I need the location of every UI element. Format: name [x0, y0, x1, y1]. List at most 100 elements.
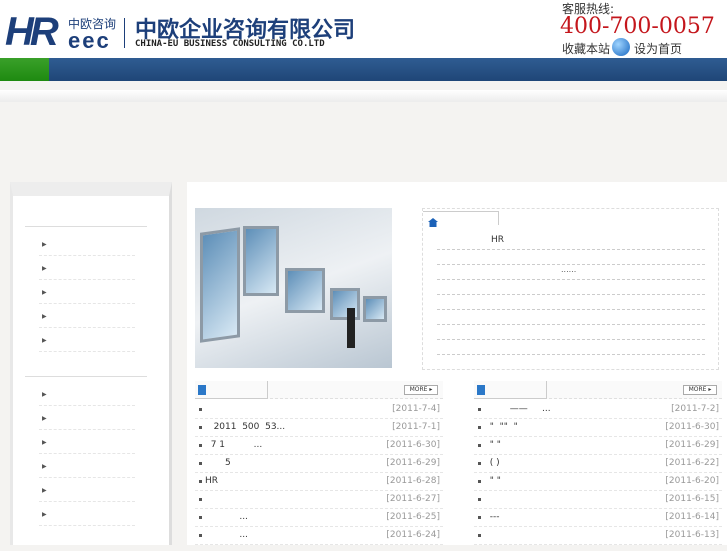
- news-item[interactable]: [2011-6-15]: [474, 491, 722, 509]
- bullet-icon: [199, 444, 202, 447]
- news-date: [2011-6-20]: [665, 476, 719, 486]
- banner-image: [195, 208, 392, 368]
- news-list-right: MORE ▸ —— ... [2011-7-2] " "" " [2011-6-30…: [474, 381, 722, 551]
- set-homepage-link[interactable]: 设为首页: [634, 40, 682, 57]
- sidebar-item[interactable]: ▶: [39, 382, 135, 406]
- sidebar-item[interactable]: ▶: [39, 280, 135, 304]
- news-list-left: MORE ▸ [2011-7-4] 2011 500 53... [2011-7-…: [195, 381, 443, 551]
- news-date: [2011-7-1]: [392, 422, 440, 432]
- arrow-icon: ▶: [42, 241, 47, 248]
- news-title[interactable]: ...: [205, 512, 248, 522]
- hotline-number: 400-700-0057: [560, 14, 715, 39]
- company-name-en: CHINA-EU BUSINESS CONSULTING CO.LTD: [135, 39, 325, 49]
- arrow-icon: ▶: [42, 391, 47, 398]
- bullet-icon: [478, 480, 481, 483]
- bullet-icon: [478, 534, 481, 537]
- news-title[interactable]: 2011 500 53...: [205, 422, 286, 432]
- logo-divider: [124, 18, 125, 48]
- more-button[interactable]: MORE ▸: [404, 385, 438, 395]
- news-title[interactable]: —— ...: [484, 404, 551, 414]
- news-item[interactable]: [2011-6-13]: [474, 527, 722, 545]
- bullet-icon: [478, 408, 481, 411]
- document-icon: [198, 385, 206, 395]
- news-item[interactable]: [2011-7-4]: [195, 401, 443, 419]
- bullet-icon: [199, 426, 202, 429]
- news-item[interactable]: 7 1 ... [2011-6-30]: [195, 437, 443, 455]
- nav-bar: [0, 58, 727, 81]
- sidebar-item[interactable]: ▶: [39, 430, 135, 454]
- bullet-icon: [478, 426, 481, 429]
- news-title[interactable]: " "" ": [484, 422, 518, 432]
- news-title[interactable]: 7 1 ...: [205, 440, 263, 450]
- bullet-icon: [199, 516, 202, 519]
- news-item[interactable]: [2011-6-27]: [195, 491, 443, 509]
- sidebar-item[interactable]: ▶: [39, 232, 135, 256]
- news-item[interactable]: ... [2011-6-24]: [195, 527, 443, 545]
- sidebar-item[interactable]: ▶: [39, 256, 135, 280]
- divider-band: [0, 90, 727, 102]
- news-date: [2011-6-22]: [665, 458, 719, 468]
- arrow-icon: ▶: [42, 439, 47, 446]
- news-date: [2011-6-29]: [665, 440, 719, 450]
- news-date: [2011-6-30]: [665, 422, 719, 432]
- arrow-icon: ▶: [42, 487, 47, 494]
- sidebar-item[interactable]: ▶: [39, 478, 135, 502]
- arrow-icon: ▶: [42, 415, 47, 422]
- sidebar-item[interactable]: ▶: [39, 454, 135, 478]
- logo[interactable]: HR: [5, 10, 59, 55]
- news-title[interactable]: ...: [205, 530, 248, 540]
- news-item[interactable]: 5 [2011-6-29]: [195, 455, 443, 473]
- news-title[interactable]: " ": [484, 476, 501, 486]
- arrow-icon: ▶: [42, 289, 47, 296]
- intro-text: ......: [561, 265, 577, 274]
- news-item[interactable]: " "" " [2011-6-30]: [474, 419, 722, 437]
- sidebar-section-header: [25, 376, 147, 377]
- news-date: [2011-6-15]: [665, 494, 719, 504]
- sidebar-item[interactable]: ▶: [39, 502, 135, 526]
- intro-text: HR: [491, 235, 505, 245]
- add-favorite-link[interactable]: 收藏本站: [562, 40, 610, 57]
- bullet-icon: [199, 498, 202, 501]
- news-tab[interactable]: [474, 381, 547, 399]
- bullet-icon: [199, 462, 202, 465]
- arrow-icon: ▶: [42, 265, 47, 272]
- news-item[interactable]: " " [2011-6-20]: [474, 473, 722, 491]
- sidebar-item[interactable]: ▶: [39, 304, 135, 328]
- news-item[interactable]: 2011 500 53... [2011-7-1]: [195, 419, 443, 437]
- more-button[interactable]: MORE ▸: [683, 385, 717, 395]
- nav-home-tab[interactable]: [0, 58, 49, 81]
- news-title[interactable]: " ": [484, 440, 501, 450]
- bullet-icon: [478, 444, 481, 447]
- news-item[interactable]: —— ... [2011-7-2]: [474, 401, 722, 419]
- document-icon: [477, 385, 485, 395]
- news-item[interactable]: " " [2011-6-29]: [474, 437, 722, 455]
- arrow-icon: ▶: [42, 313, 47, 320]
- arrow-icon: ▶: [42, 337, 47, 344]
- arrow-icon: ▶: [42, 463, 47, 470]
- news-date: [2011-6-14]: [665, 512, 719, 522]
- news-date: [2011-6-28]: [386, 476, 440, 486]
- news-tab[interactable]: [195, 381, 268, 399]
- logo-eec: eec: [68, 28, 111, 53]
- news-item[interactable]: --- [2011-6-14]: [474, 509, 722, 527]
- intro-tab[interactable]: [423, 211, 499, 227]
- arrow-icon: ▶: [42, 511, 47, 518]
- news-title[interactable]: ---: [484, 512, 500, 522]
- news-title[interactable]: HR: [205, 476, 218, 486]
- news-date: [2011-7-2]: [671, 404, 719, 414]
- home-icon: [428, 218, 438, 227]
- globe-icon: [612, 38, 630, 56]
- sidebar-item[interactable]: ▶: [39, 406, 135, 430]
- bullet-icon: [478, 462, 481, 465]
- news-item[interactable]: ... [2011-6-25]: [195, 509, 443, 527]
- bullet-icon: [478, 516, 481, 519]
- bullet-icon: [478, 498, 481, 501]
- bullet-icon: [199, 480, 202, 483]
- news-title[interactable]: ( ): [484, 458, 500, 468]
- news-date: [2011-6-29]: [386, 458, 440, 468]
- news-date: [2011-6-27]: [386, 494, 440, 504]
- news-item[interactable]: HR [2011-6-28]: [195, 473, 443, 491]
- news-item[interactable]: ( ) [2011-6-22]: [474, 455, 722, 473]
- sidebar-item[interactable]: ▶: [39, 328, 135, 352]
- news-title[interactable]: 5: [205, 458, 231, 468]
